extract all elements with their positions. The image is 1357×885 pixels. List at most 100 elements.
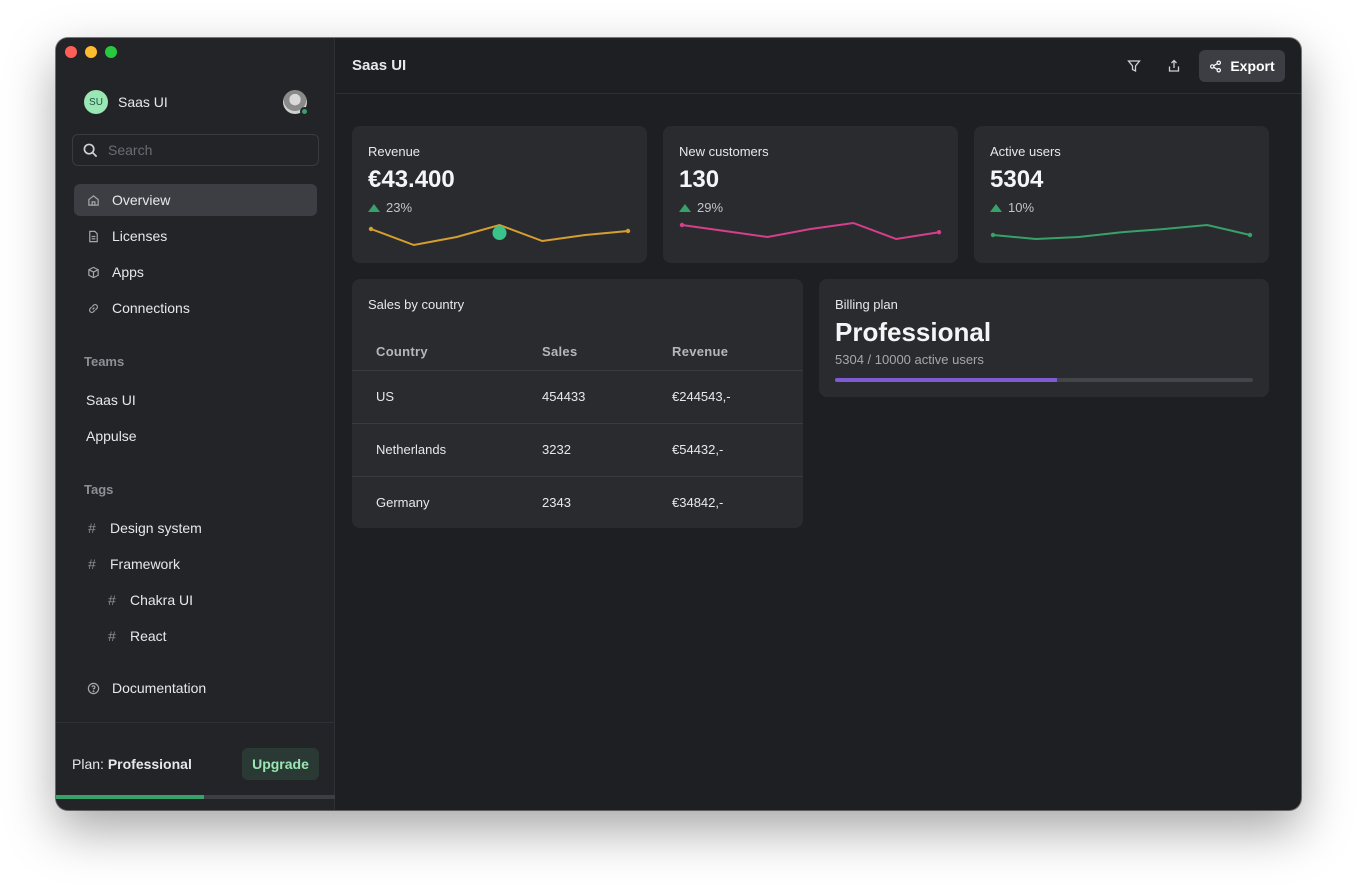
- search-icon: [83, 143, 98, 157]
- search-box: [72, 134, 319, 166]
- sparkline-endpoint: [936, 230, 942, 235]
- billing-usage: 5304 / 10000 active users: [835, 352, 984, 367]
- sidebar-item-connections[interactable]: Connections: [74, 292, 317, 324]
- billing-plan-card: Billing plan Professional 5304 / 10000 a…: [819, 279, 1269, 397]
- billing-plan-name: Professional: [835, 317, 992, 347]
- stat-value: 130: [679, 166, 720, 193]
- revenue-cell: €34842,-: [672, 495, 724, 511]
- sparkline-endpoint: [368, 226, 374, 232]
- sidebar-item-team-saas-ui[interactable]: Saas UI: [86, 392, 136, 408]
- close-window-button[interactable]: [65, 46, 77, 58]
- sales-table: Country Sales Revenue US 454433 €244543,…: [352, 333, 803, 529]
- home-icon: [86, 193, 100, 207]
- revenue-cell: €244543,-: [672, 370, 803, 424]
- export-label: Export: [1230, 58, 1275, 74]
- sidebar-item-documentation[interactable]: Documentation: [74, 672, 317, 704]
- plan-name: Professional: [107, 756, 192, 772]
- tag-label: Framework: [110, 556, 181, 572]
- table-row[interactable]: Germany 2343 €34842,-: [352, 476, 803, 529]
- trend-up-icon: [990, 203, 1002, 212]
- sidebar-item-apps[interactable]: Apps: [74, 256, 317, 288]
- stat-card-new-customers: New customers 130 29%: [663, 126, 958, 263]
- top-bar: Saas UI Export: [336, 38, 1301, 94]
- new-customers-sparkline: [679, 221, 942, 241]
- column-header-sales: Sales: [542, 333, 672, 371]
- table-row[interactable]: US 454433 €244543,-: [352, 370, 803, 424]
- billing-progress-fill: [835, 378, 1057, 382]
- zoom-window-button[interactable]: [105, 46, 117, 58]
- stat-label: Active users: [990, 144, 1061, 159]
- stat-card-active-users: Active users 5304 10%: [974, 126, 1269, 263]
- document-icon: [86, 229, 100, 243]
- sparkline-endpoint: [679, 222, 685, 228]
- page-title: Saas UI: [352, 57, 407, 74]
- teams-heading: Teams: [84, 354, 125, 369]
- revenue-cell: €54432,-: [672, 423, 803, 477]
- workspace-switcher[interactable]: SU Saas UI: [84, 90, 168, 114]
- stat-change: 29%: [679, 200, 723, 215]
- stat-label: Revenue: [368, 144, 421, 159]
- link-icon: [86, 301, 100, 315]
- search-input[interactable]: [108, 142, 308, 158]
- trend-up-icon: [679, 203, 691, 212]
- stat-change-value: 29%: [697, 200, 724, 215]
- trend-up-icon: [368, 203, 380, 212]
- column-header-revenue: Revenue: [672, 333, 803, 371]
- card-title: Sales by country: [368, 297, 465, 312]
- brand-avatar: SU: [84, 90, 108, 114]
- tags-heading: Tags: [84, 482, 114, 497]
- stat-value: 5304: [990, 166, 1044, 193]
- minimize-window-button[interactable]: [85, 46, 97, 58]
- sidebar-item-licenses[interactable]: Licenses: [74, 220, 317, 252]
- stat-label: New customers: [679, 144, 769, 159]
- sidebar-item-overview[interactable]: Overview: [74, 184, 317, 216]
- share-nodes-icon: [1210, 60, 1222, 72]
- sidebar-item-label: Connections: [112, 300, 190, 316]
- stat-change-value: 23%: [386, 200, 413, 215]
- sales-by-country-card: Sales by country Country Sales Revenue U…: [352, 279, 803, 528]
- user-avatar[interactable]: [283, 90, 309, 116]
- sales-cell: 3232: [542, 423, 672, 477]
- table-row[interactable]: Netherlands 3232 €54432,-: [352, 423, 803, 477]
- stat-change: 23%: [368, 200, 412, 215]
- brand-name: Saas UI: [118, 94, 168, 110]
- sparkline-path: [992, 223, 1251, 241]
- sparkline-path: [681, 221, 940, 241]
- sidebar-item-tag-react[interactable]: # React: [108, 628, 167, 644]
- share-upload-icon[interactable]: [1164, 56, 1184, 76]
- export-button[interactable]: Export: [1199, 50, 1285, 82]
- hash-icon: #: [88, 556, 96, 572]
- stat-change: 10%: [990, 200, 1034, 215]
- stat-card-revenue: Revenue €43.400 23%: [352, 126, 647, 263]
- sparkline-endpoint: [625, 228, 631, 234]
- sidebar-item-label: Licenses: [112, 228, 168, 244]
- sidebar: SU Saas UI Overview Licenses Apps: [56, 38, 335, 810]
- country-cell: Netherlands: [352, 423, 542, 477]
- plan-progress-bar: [56, 795, 335, 799]
- country-cell: Germany: [376, 495, 430, 511]
- sidebar-item-tag-framework[interactable]: # Framework: [88, 556, 180, 572]
- sales-cell: 2343: [542, 495, 571, 511]
- sidebar-item-tag-design-system[interactable]: # Design system: [88, 520, 202, 536]
- upgrade-button[interactable]: Upgrade: [242, 748, 319, 780]
- plan-progress-fill: [56, 795, 204, 799]
- active-users-sparkline: [990, 223, 1253, 241]
- filter-icon[interactable]: [1124, 56, 1144, 76]
- stat-change-value: 10%: [1008, 200, 1035, 215]
- card-title: Billing plan: [835, 297, 898, 312]
- sales-cell: 454433: [542, 370, 672, 424]
- sparkline-endpoint: [990, 232, 996, 238]
- sparkline-hover-marker: [492, 226, 507, 240]
- sidebar-item-label: Documentation: [112, 680, 207, 696]
- sidebar-footer: Plan: Professional Upgrade: [56, 722, 335, 810]
- column-header-country: Country: [352, 333, 542, 371]
- plan-prefix: Plan:: [72, 756, 104, 772]
- sidebar-item-label: Overview: [112, 192, 171, 208]
- sidebar-item-team-appulse[interactable]: Appulse: [86, 428, 137, 444]
- revenue-sparkline: [368, 223, 631, 247]
- tag-label: React: [130, 628, 167, 644]
- hash-icon: #: [108, 592, 116, 608]
- sidebar-item-tag-chakra-ui[interactable]: # Chakra UI: [108, 592, 193, 608]
- sparkline-endpoint: [1247, 232, 1253, 238]
- hash-icon: #: [88, 520, 96, 536]
